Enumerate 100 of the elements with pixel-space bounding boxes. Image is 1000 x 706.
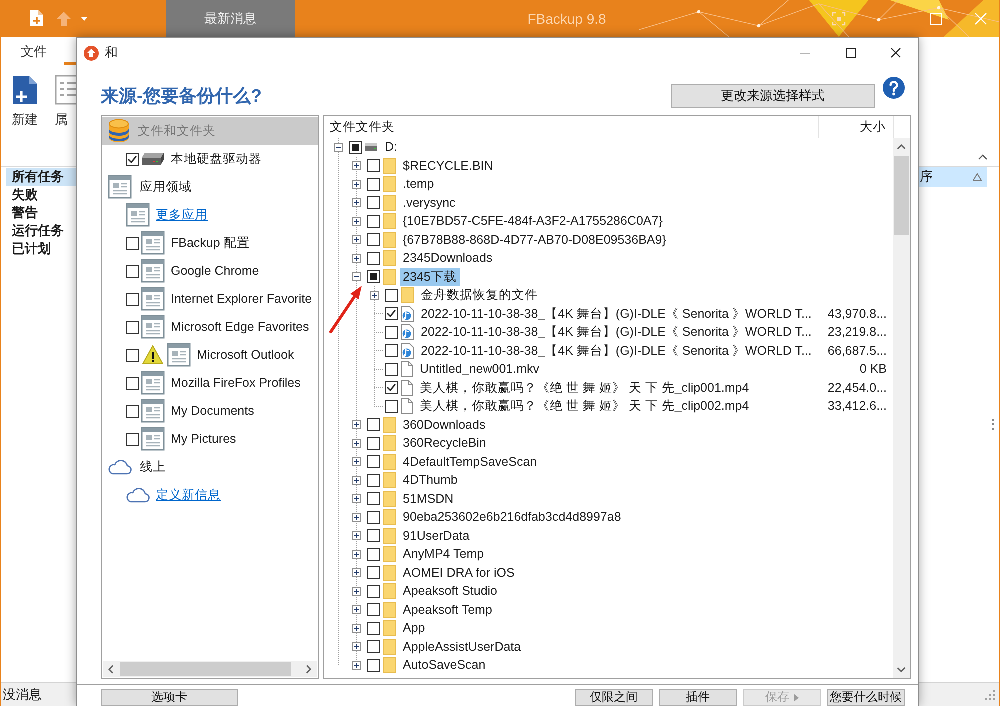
- plus-box-icon[interactable]: [352, 568, 360, 578]
- tree-item-label[interactable]: 2022-10-11-10-38-38_【4K 舞台】(G)I-DLE《 Senorita 》WORLD T...: [418, 323, 815, 342]
- checkbox[interactable]: [385, 362, 398, 376]
- checkbox[interactable]: [367, 529, 380, 542]
- checkbox[interactable]: [126, 152, 139, 166]
- plus-box-icon[interactable]: [352, 605, 360, 614]
- ribbon-tab[interactable]: 文件: [21, 43, 47, 61]
- plus-box-icon[interactable]: [352, 180, 360, 189]
- plus-box-icon[interactable]: [352, 254, 360, 263]
- news-tab[interactable]: 最新消息: [166, 0, 295, 37]
- plus-box-icon[interactable]: [352, 550, 360, 559]
- dialog-button[interactable]: 仅限之间: [575, 689, 653, 706]
- tree-item-label[interactable]: D:: [382, 138, 400, 156]
- tree-item-label[interactable]: 2022-10-11-10-38-38_【4K 舞台】(G)I-DLE《 Senorita 》WORLD T...: [418, 342, 815, 360]
- plus-box-icon[interactable]: [352, 235, 360, 244]
- checkbox[interactable]: [385, 344, 398, 358]
- tree-item-label[interactable]: Untitled_new001.mkv: [417, 360, 543, 378]
- checkbox[interactable]: [367, 603, 380, 616]
- checkbox[interactable]: [367, 270, 380, 284]
- tree-item-label[interactable]: AOMEI DRA for iOS: [400, 564, 518, 582]
- plus-box-icon[interactable]: [370, 290, 378, 300]
- checkbox[interactable]: [367, 436, 380, 450]
- maximize-icon[interactable]: [846, 48, 856, 58]
- plus-box-icon[interactable]: [352, 586, 360, 596]
- plus-box-icon[interactable]: [352, 438, 360, 448]
- checkbox[interactable]: [367, 622, 380, 635]
- dialog-button[interactable]: 您要什么时候: [827, 689, 905, 706]
- link[interactable]: 更多应用: [156, 206, 208, 224]
- checkbox[interactable]: [367, 492, 380, 506]
- source-item[interactable]: My Pictures: [102, 425, 318, 453]
- chevron-up-icon[interactable]: [978, 154, 988, 160]
- tree-item-label[interactable]: App: [400, 619, 428, 638]
- task-filter[interactable]: 所有任务: [6, 168, 77, 186]
- checkbox[interactable]: [126, 264, 139, 278]
- plus-box-icon[interactable]: [352, 476, 360, 485]
- tree-item-label[interactable]: 美人棋，你敢赢吗？《绝 世 舞 姬》 天 下 先_clip001.mp4: [417, 378, 752, 397]
- source-item[interactable]: 本地硬盘驱动器: [102, 145, 318, 173]
- tree-item-label[interactable]: 4DefaultTempSaveScan: [400, 452, 540, 471]
- tree-item-label[interactable]: AutoSaveScan: [400, 656, 489, 674]
- source-item[interactable]: Mozilla FireFox Profiles: [102, 369, 318, 397]
- horizontal-scrollbar[interactable]: [103, 661, 317, 677]
- help-icon[interactable]: [883, 77, 905, 99]
- checkbox[interactable]: [367, 658, 380, 672]
- column-header[interactable]: 文件文件夹: [324, 116, 818, 138]
- tree-item-label[interactable]: {67B78B88-868D-4D77-AB70-D08E09536BA9}: [400, 230, 670, 249]
- tree-item-label[interactable]: AppleAssistUserData: [400, 638, 524, 656]
- task-filter[interactable]: 运行任务: [6, 222, 77, 240]
- change-style-button[interactable]: 更改来源选择样式: [671, 84, 875, 108]
- tree-item-label[interactable]: $RECYCLE.BIN: [400, 156, 496, 175]
- column-header[interactable]: 大小: [818, 116, 893, 138]
- plus-box-icon[interactable]: [352, 457, 360, 466]
- checkbox[interactable]: [126, 292, 139, 306]
- scroll-thumb[interactable]: [894, 156, 909, 235]
- checkbox[interactable]: [367, 196, 380, 210]
- task-filter[interactable]: 已计划: [6, 240, 77, 258]
- scroll-down-icon[interactable]: [897, 666, 906, 672]
- minus-box-icon[interactable]: [352, 272, 360, 282]
- scroll-left-icon[interactable]: [108, 664, 114, 674]
- checkbox[interactable]: [126, 320, 139, 334]
- task-filter[interactable]: 警告: [6, 204, 77, 222]
- caret-icon[interactable]: [81, 16, 88, 20]
- source-item[interactable]: FBackup 配置: [102, 229, 318, 257]
- plus-box-icon[interactable]: [352, 420, 360, 430]
- minus-box-icon[interactable]: [334, 142, 342, 152]
- close-icon[interactable]: [891, 48, 901, 58]
- checkbox[interactable]: [367, 474, 380, 487]
- tree-item-label[interactable]: 4DThumb: [400, 471, 461, 490]
- plus-box-icon[interactable]: [352, 660, 360, 670]
- checkbox[interactable]: [367, 455, 380, 468]
- vertical-scrollbar[interactable]: [893, 138, 910, 678]
- tree-item-label[interactable]: AnyMP4 Temp: [400, 545, 488, 564]
- source-item[interactable]: Microsoft Edge Favorites: [102, 313, 318, 341]
- checkbox[interactable]: [126, 348, 139, 362]
- checkbox[interactable]: [349, 140, 362, 154]
- checkbox[interactable]: [367, 159, 380, 172]
- task-filter[interactable]: 失败: [6, 186, 77, 204]
- source-item[interactable]: My Documents: [102, 397, 318, 425]
- tree-item-label[interactable]: 51MSDN: [400, 490, 457, 508]
- checkbox[interactable]: [367, 178, 380, 191]
- tree-item-label[interactable]: .temp: [400, 175, 438, 194]
- checkbox[interactable]: [126, 432, 139, 446]
- tree-item-label[interactable]: Apeaksoft Studio: [400, 582, 501, 600]
- checkbox[interactable]: [126, 236, 139, 250]
- source-category[interactable]: 线上: [102, 453, 318, 481]
- plus-box-icon[interactable]: [352, 624, 360, 633]
- checkbox[interactable]: [367, 252, 380, 265]
- checkbox[interactable]: [385, 400, 398, 413]
- scroll-thumb[interactable]: [120, 662, 291, 676]
- scroll-up-icon[interactable]: [897, 144, 906, 150]
- plus-box-icon[interactable]: [352, 512, 360, 522]
- checkbox[interactable]: [367, 233, 380, 246]
- dialog-button[interactable]: 选项卡: [101, 689, 238, 706]
- checkbox[interactable]: [385, 381, 398, 394]
- resize-grip-icon[interactable]: [985, 690, 995, 700]
- plus-box-icon[interactable]: [352, 531, 360, 540]
- tree-item-label[interactable]: 2345Downloads: [400, 249, 496, 268]
- checkbox[interactable]: [367, 566, 380, 580]
- plus-box-icon[interactable]: [352, 216, 360, 226]
- source-item[interactable]: Internet Explorer Favorite: [102, 285, 318, 313]
- checkbox[interactable]: [126, 376, 139, 390]
